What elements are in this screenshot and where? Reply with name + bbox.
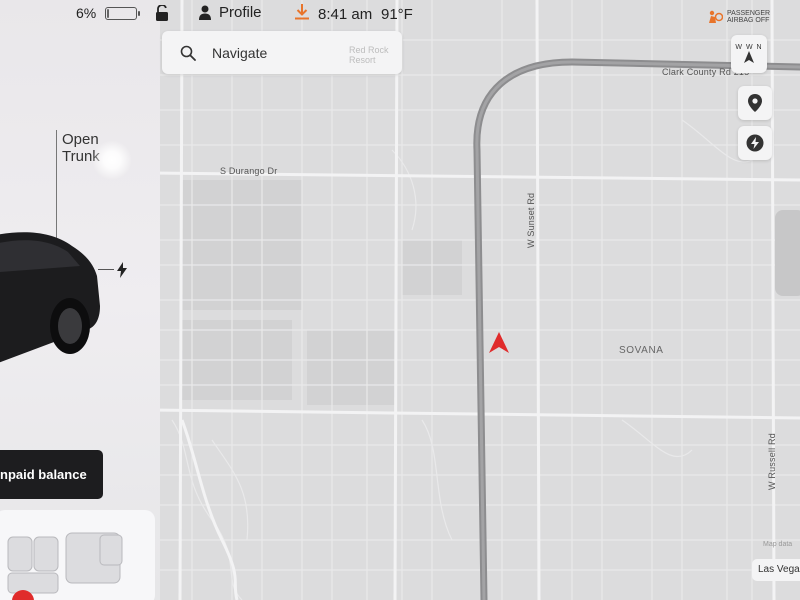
battery-percent: 6%: [76, 5, 97, 21]
street-label-russell: W Russell Rd: [767, 433, 777, 490]
screen-glare: [92, 140, 132, 180]
city-tag: Las Vegas: [752, 559, 800, 581]
charging-button[interactable]: [738, 126, 772, 160]
side-panel-tab[interactable]: [775, 210, 800, 296]
street-label-sunset: W Sunset Rd: [526, 192, 536, 248]
download-icon[interactable]: [295, 4, 309, 20]
person-icon: [199, 5, 211, 20]
airbag-line-2: AIRBAG OFF: [727, 17, 770, 24]
search-icon: [180, 45, 196, 61]
charge-port-icon[interactable]: [116, 262, 128, 278]
car-panel: Open Trunk npaid balance: [0, 0, 160, 600]
car-image: [0, 232, 100, 363]
compass-button[interactable]: W W N: [731, 35, 767, 73]
seat-map-icon[interactable]: [0, 525, 160, 600]
airbag-line-1: PASSENGER: [727, 10, 771, 17]
status-bar: 6% Profile 8:41 am 91°F PASSENGER AIRBAG…: [0, 0, 800, 28]
battery-icon: [105, 7, 140, 20]
location-pin-icon: [748, 94, 762, 112]
unpaid-balance-button[interactable]: npaid balance: [0, 450, 103, 499]
profile-label: Profile: [219, 4, 262, 21]
lightning-bolt-icon: [746, 134, 764, 152]
profile-button[interactable]: Profile: [199, 4, 262, 21]
location-pin-button[interactable]: [738, 86, 772, 120]
map-roads: [152, 0, 800, 600]
tesla-screen: S Durango Dr Clark County Rd 215 W Sunse…: [0, 0, 800, 600]
airbag-warning-icon: [709, 10, 723, 23]
heading-arrow-icon: [489, 332, 509, 353]
charge-port-line: [98, 269, 114, 270]
ghost-poi-label: Red Rock Resort: [349, 45, 389, 65]
clock: 8:41 am: [318, 6, 373, 23]
compass-arrow-icon: [744, 50, 754, 63]
map-attribution: Map data: [763, 541, 793, 548]
outside-temperature: 91°F: [381, 6, 413, 23]
navigate-placeholder: Navigate: [212, 44, 268, 61]
neighborhood-label-sovana: SOVANA: [619, 345, 664, 356]
street-label-durango: S Durango Dr: [220, 166, 278, 176]
battery-fill: [107, 9, 109, 18]
unlocked-lock-icon[interactable]: [156, 5, 168, 21]
passenger-airbag-status: PASSENGER AIRBAG OFF: [707, 10, 770, 24]
map-view[interactable]: S Durango Dr Clark County Rd 215 W Sunse…: [152, 0, 800, 600]
compass-heading-text: W W N: [735, 43, 763, 51]
